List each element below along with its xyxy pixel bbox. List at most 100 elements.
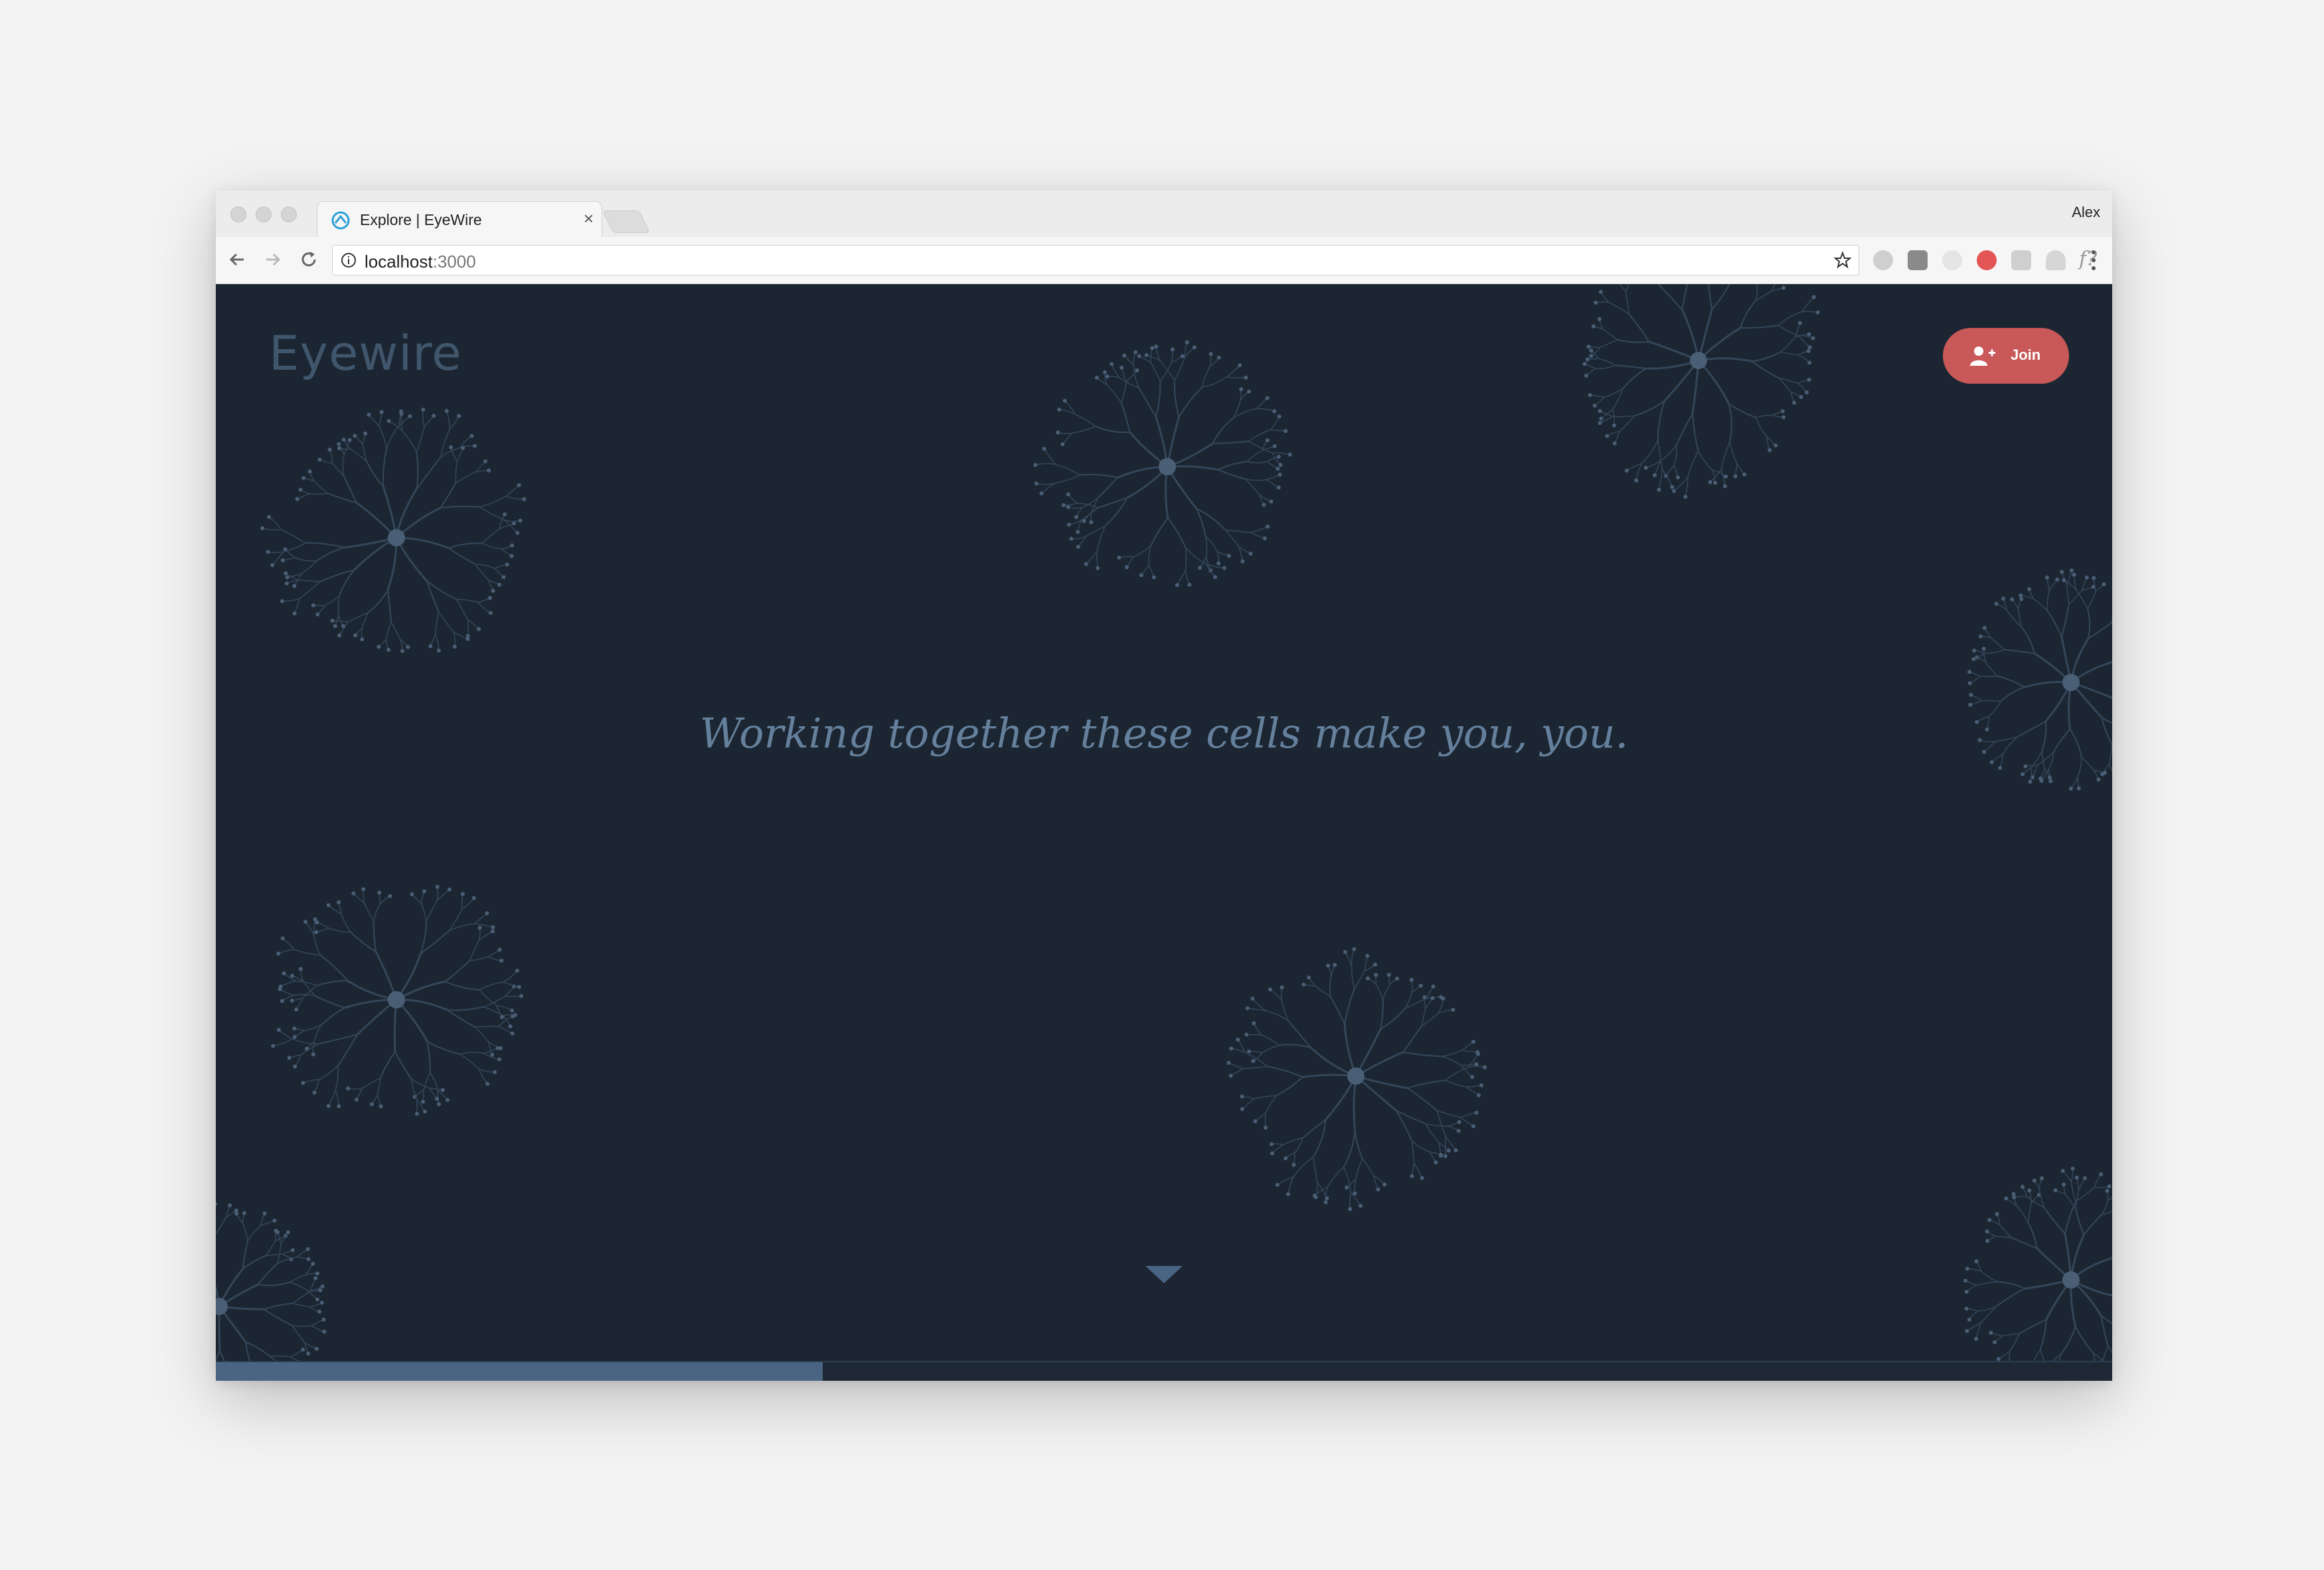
opera-icon[interactable] xyxy=(1977,250,1997,270)
neuron-dendrite xyxy=(438,611,454,633)
profile-name[interactable]: Alex xyxy=(2072,204,2100,221)
neuron-dendrite xyxy=(1256,398,1268,410)
neuron-terminal xyxy=(2060,1168,2065,1173)
neuron-terminal xyxy=(487,468,491,473)
scroll-down-icon[interactable] xyxy=(1145,1266,1183,1283)
neuron-dendrite xyxy=(1096,552,1098,568)
neuron-terminal xyxy=(510,1031,515,1036)
neuron-dendrite xyxy=(1461,1063,1477,1066)
neuron-terminal xyxy=(1967,670,1972,674)
neuron-terminal xyxy=(1228,1073,1233,1078)
neuron-dendrite xyxy=(2060,604,2070,637)
neuron-dendrite xyxy=(1991,637,2005,651)
new-tab-button[interactable] xyxy=(602,210,650,233)
neuron-terminal xyxy=(354,1097,359,1102)
neuron-terminal xyxy=(512,521,517,526)
neuron-terminal xyxy=(1989,760,1994,765)
neuron-dendrite xyxy=(1043,448,1056,465)
neuron-terminal xyxy=(1325,1196,1329,1201)
neuron-terminal xyxy=(472,443,477,448)
neuron-terminal xyxy=(415,1111,420,1116)
star-icon[interactable] xyxy=(1833,251,1852,270)
back-icon[interactable] xyxy=(225,248,249,272)
neuron-dendrite xyxy=(420,921,427,954)
join-label: Join xyxy=(2011,347,2041,363)
neuron-dendrite xyxy=(455,461,458,483)
neuron-terminal xyxy=(369,1102,374,1107)
neuron-dendrite xyxy=(2062,1170,2072,1182)
neuron-terminal xyxy=(1307,975,1311,980)
tab-close-icon[interactable]: × xyxy=(584,208,594,228)
adblock-icon[interactable] xyxy=(1873,250,1893,270)
neuron-dendrite xyxy=(331,462,345,477)
drive-icon[interactable] xyxy=(2046,250,2066,270)
link-icon[interactable] xyxy=(1942,250,1962,270)
neuron-dendrite xyxy=(387,589,392,623)
grammarly-icon[interactable] xyxy=(2011,250,2031,270)
neuron-terminal xyxy=(1585,357,1590,362)
neuron-dendrite xyxy=(2083,1214,2102,1235)
info-icon[interactable] xyxy=(341,252,357,268)
neuron-dendrite xyxy=(1251,526,1268,533)
neuron-dendrite xyxy=(335,1089,340,1107)
neuron-terminal xyxy=(2102,771,2107,775)
tab-explore[interactable]: Explore | EyeWire × xyxy=(317,201,602,238)
neuron-terminal xyxy=(1981,647,1986,651)
neuron-dendrite xyxy=(1681,284,1689,310)
address-bar[interactable]: localhost:3000 xyxy=(332,245,1859,275)
neuron-terminal xyxy=(399,412,404,416)
neuron-dendrite xyxy=(422,410,425,428)
neuron-terminal xyxy=(2038,776,2043,781)
neuron-soma xyxy=(388,991,405,1008)
url-text[interactable]: localhost:3000 xyxy=(365,252,476,272)
neuron-terminal xyxy=(1470,1075,1475,1079)
page-content: Eyewire Join Working together these cell… xyxy=(216,284,2112,1381)
neuron-terminal xyxy=(1742,472,1747,477)
neuron-dendrite xyxy=(2009,1333,2020,1352)
neuron-dendrite xyxy=(1204,536,1208,558)
reload-icon[interactable] xyxy=(297,248,321,272)
neuron-terminal xyxy=(376,645,381,649)
neuron-terminal xyxy=(2070,1166,2075,1171)
neuron-dendrite xyxy=(1329,996,1346,1025)
neuron-dendrite xyxy=(1254,1095,1276,1099)
neuron-dendrite xyxy=(1380,1008,1406,1030)
neuron-dendrite xyxy=(1426,1123,1448,1127)
neuron-dendrite xyxy=(435,611,440,635)
neuron-terminal xyxy=(1074,514,1078,519)
zoom-window-button[interactable] xyxy=(281,206,297,222)
neuron-terminal xyxy=(435,884,440,889)
neuron-terminal xyxy=(2004,1196,2009,1201)
menu-icon[interactable] xyxy=(2091,249,2096,272)
neuron-terminal xyxy=(1643,465,1648,470)
neuron-dendrite xyxy=(1054,474,1081,484)
neuron-dendrite xyxy=(469,940,479,961)
minimize-window-button[interactable] xyxy=(256,206,272,222)
neuron-terminal xyxy=(1226,1061,1231,1065)
neuron-terminal xyxy=(295,497,299,501)
neuron-terminal xyxy=(2011,1192,2016,1196)
neuron-soma xyxy=(388,529,405,546)
join-button[interactable]: Join xyxy=(1943,328,2069,384)
neuron-terminal xyxy=(337,1104,341,1109)
title-bar: Explore | EyeWire × Alex xyxy=(216,191,2112,238)
neuron-dendrite xyxy=(277,1243,282,1264)
neuron-dendrite xyxy=(453,631,468,640)
close-window-button[interactable] xyxy=(230,206,246,222)
eyewire-logo[interactable]: Eyewire xyxy=(269,325,462,381)
neuron-dendrite xyxy=(1465,1085,1482,1087)
neuron-terminal xyxy=(280,998,284,1003)
neuron-dendrite xyxy=(2002,1333,2019,1337)
neuron-dendrite xyxy=(1660,445,1677,462)
neuron-dendrite xyxy=(1465,1086,1479,1096)
neuron-terminal xyxy=(1471,1040,1475,1044)
neuron-terminal xyxy=(508,1024,513,1029)
neuron-dendrite xyxy=(280,528,306,544)
neuron-dendrite xyxy=(313,1079,320,1093)
neuron-terminal xyxy=(2072,572,2076,577)
neuron-dendrite xyxy=(247,1225,262,1241)
neuron-dendrite xyxy=(1382,984,1390,1000)
forward-icon[interactable] xyxy=(261,248,285,272)
pocket-icon[interactable] xyxy=(1908,250,1928,270)
neuron-dendrite xyxy=(1590,394,1605,398)
